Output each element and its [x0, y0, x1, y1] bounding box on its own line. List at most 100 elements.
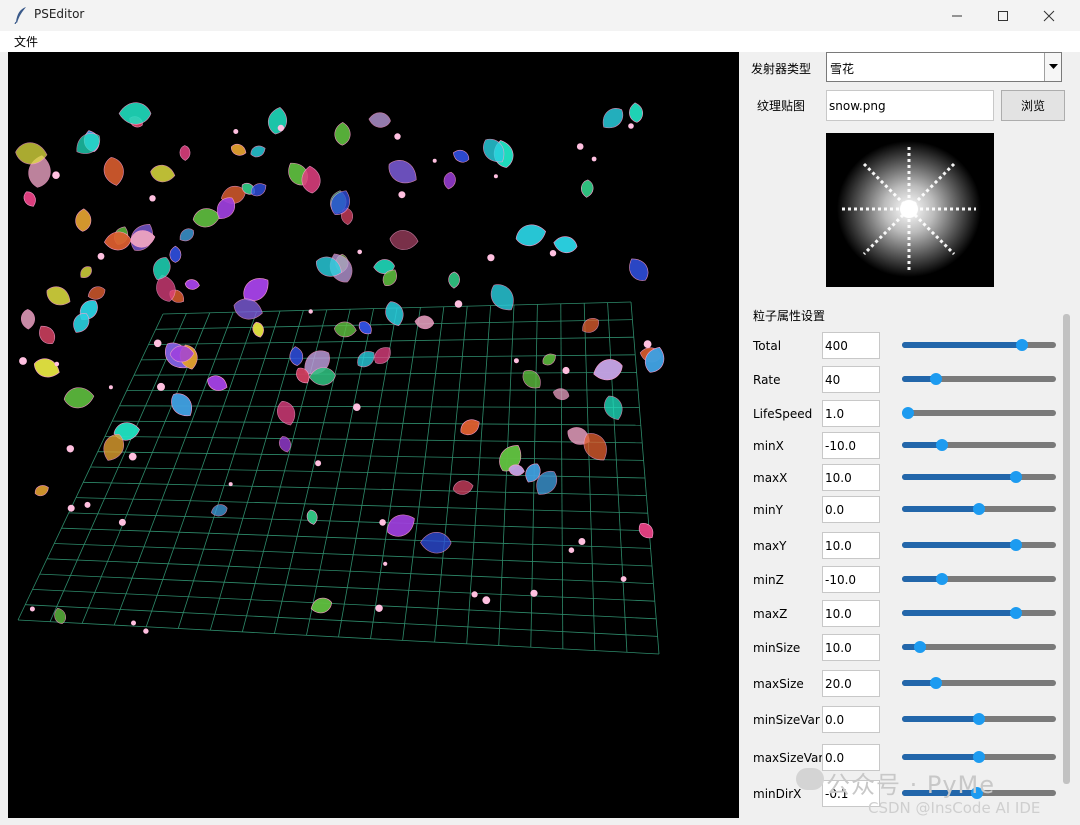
snow-particle — [591, 156, 597, 162]
param-slider-minsize[interactable] — [902, 641, 1056, 653]
snow-particle — [277, 124, 285, 132]
snowflake-texture-image — [826, 133, 994, 287]
petal-particle — [118, 102, 152, 125]
snow-particle — [471, 591, 478, 598]
param-input-maxsize[interactable]: 20.0 — [822, 670, 880, 697]
texture-path-input[interactable]: snow.png — [826, 90, 994, 121]
param-slider-maxsize[interactable] — [902, 677, 1056, 689]
slider-thumb[interactable] — [1009, 471, 1022, 483]
petal-particle — [87, 286, 106, 300]
param-input-maxz[interactable]: 10.0 — [822, 600, 880, 627]
slider-fill — [902, 716, 979, 722]
snow-particle — [157, 382, 165, 391]
petal-particle — [278, 436, 291, 453]
petal-particle — [515, 224, 547, 246]
param-slider-rate[interactable] — [902, 373, 1056, 385]
param-input-minz[interactable]: -10.0 — [822, 566, 880, 593]
slider-fill — [902, 474, 1016, 480]
snow-particle — [394, 133, 401, 140]
param-slider-maxsizevar[interactable] — [902, 751, 1056, 763]
param-label-total: Total — [753, 339, 782, 353]
param-slider-miny[interactable] — [902, 503, 1056, 515]
petal-particle — [233, 298, 263, 320]
slider-fill — [902, 610, 1016, 616]
render-viewport[interactable] — [8, 52, 739, 818]
watermark-account: 公众号 · PyMe — [826, 771, 996, 799]
menu-bar: 文件 — [0, 31, 1080, 52]
snow-particle — [643, 340, 652, 348]
snow-particle — [620, 576, 627, 582]
param-input-maxx[interactable]: 10.0 — [822, 464, 880, 491]
petal-particle — [368, 112, 391, 128]
browse-button[interactable]: 浏览 — [1001, 90, 1065, 121]
window-bottom-border — [0, 818, 1080, 825]
param-label-maxsize: maxSize — [753, 677, 804, 691]
param-slider-minz[interactable] — [902, 573, 1056, 585]
petal-particle — [490, 284, 514, 311]
param-input-lifespeed[interactable]: 1.0 — [822, 400, 880, 427]
param-input-minsizevar[interactable]: 0.0 — [822, 706, 880, 733]
panel-scrollbar[interactable] — [1061, 300, 1072, 800]
param-slider-maxz[interactable] — [902, 607, 1056, 619]
snow-particle — [131, 620, 136, 626]
slider-fill — [902, 342, 1023, 348]
slider-thumb[interactable] — [973, 751, 985, 763]
petal-particle — [334, 122, 351, 146]
slider-thumb[interactable] — [1009, 539, 1022, 551]
param-slider-maxx[interactable] — [902, 471, 1056, 483]
petal-particle — [184, 279, 200, 290]
snow-particle — [375, 604, 383, 612]
param-label-rate: Rate — [753, 373, 781, 387]
minimize-icon — [952, 15, 962, 16]
slider-thumb[interactable] — [914, 641, 927, 653]
slider-thumb[interactable] — [936, 573, 949, 585]
close-icon — [1043, 10, 1055, 21]
petal-particle — [387, 514, 415, 537]
scrollbar-thumb[interactable] — [1063, 314, 1070, 784]
param-slider-total[interactable] — [902, 339, 1056, 351]
maximize-button[interactable] — [980, 0, 1026, 31]
petal-particle — [75, 208, 92, 232]
title-bar: PSEditor — [0, 0, 1080, 32]
param-slider-lifespeed[interactable] — [902, 407, 1056, 419]
petal-particle — [277, 401, 296, 426]
param-input-maxy[interactable]: 10.0 — [822, 532, 880, 559]
param-slider-minsizevar[interactable] — [902, 713, 1056, 725]
param-input-minsize[interactable]: 10.0 — [822, 634, 880, 661]
slider-thumb[interactable] — [1016, 339, 1029, 351]
param-slider-minx[interactable] — [902, 439, 1056, 451]
petal-particle — [358, 321, 372, 335]
petal-particle — [629, 258, 649, 281]
param-label-lifespeed: LifeSpeed — [753, 407, 813, 421]
maximize-icon — [998, 10, 1008, 21]
slider-thumb[interactable] — [936, 439, 949, 451]
param-slider-maxy[interactable] — [902, 539, 1056, 551]
param-input-miny[interactable]: 0.0 — [822, 496, 880, 523]
petal-particle — [39, 325, 56, 345]
slider-thumb[interactable] — [973, 503, 985, 515]
petal-particle — [388, 160, 417, 184]
petal-particle — [552, 388, 570, 401]
snow-particle — [84, 501, 91, 508]
snow-particle — [233, 129, 239, 134]
slider-thumb[interactable] — [973, 713, 985, 725]
close-button[interactable] — [1026, 0, 1072, 31]
petal-particle — [310, 597, 332, 614]
param-input-total[interactable]: 400 — [822, 332, 880, 359]
petal-particle — [103, 157, 124, 186]
minimize-button[interactable] — [934, 0, 980, 31]
dropdown-arrow-icon[interactable] — [1044, 53, 1061, 81]
emitter-type-select[interactable]: 雪花 — [826, 52, 1062, 82]
slider-thumb[interactable] — [1009, 607, 1022, 619]
slider-thumb[interactable] — [929, 373, 942, 385]
petal-particle — [179, 145, 191, 161]
petal-particle — [333, 321, 357, 338]
snow-particle — [454, 300, 463, 308]
menu-file[interactable]: 文件 — [14, 33, 38, 50]
param-input-minx[interactable]: -10.0 — [822, 432, 880, 459]
slider-thumb[interactable] — [902, 407, 915, 419]
slider-fill — [902, 754, 979, 760]
petal-particle — [150, 164, 176, 183]
slider-thumb[interactable] — [929, 677, 942, 689]
param-input-rate[interactable]: 40 — [822, 366, 880, 393]
